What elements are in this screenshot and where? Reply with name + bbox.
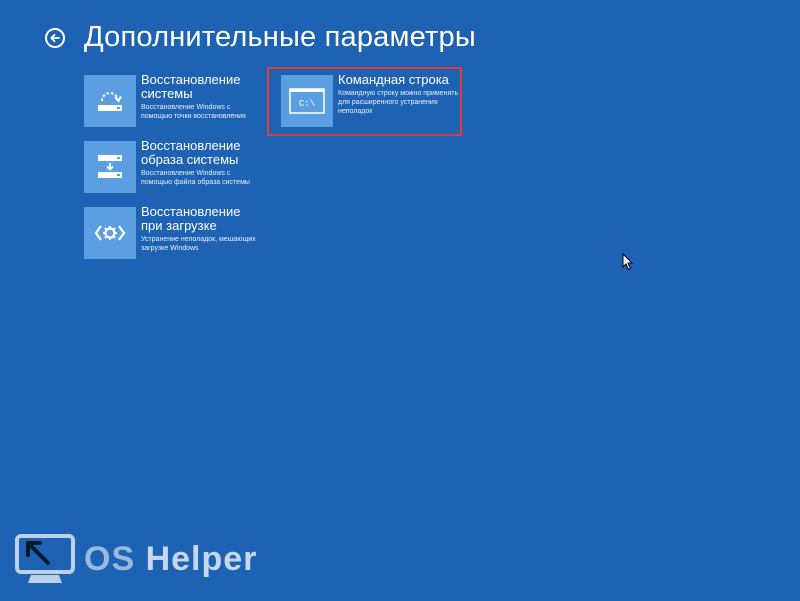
back-arrow-icon [50, 33, 60, 43]
startup-repair-desc: Устранение неполадок, мешающих загрузке … [141, 236, 256, 252]
command-prompt-icon: C:\ [281, 75, 333, 127]
mouse-cursor-icon [622, 253, 634, 271]
command-prompt-tile[interactable]: C:\ Командная строка Командную строку мо… [281, 72, 460, 127]
monitor-arrow-icon [15, 534, 75, 583]
system-restore-title: Восстановление системы [141, 72, 241, 101]
watermark-helper: Helper [145, 539, 258, 578]
command-prompt-title: Командная строка [338, 72, 449, 87]
startup-repair-title: Восстановление при загрузке [141, 204, 241, 233]
page-title: Дополнительные параметры [84, 21, 476, 53]
startup-repair-tile[interactable]: Восстановление при загрузке Устранение н… [84, 204, 261, 259]
command-prompt-desc: Командную строку можно применять для рас… [338, 90, 459, 115]
startup-repair-icon [84, 207, 136, 259]
svg-text:C:\: C:\ [299, 99, 315, 109]
watermark-os: OS [84, 539, 136, 578]
system-image-title: Восстановление образа системы [141, 138, 241, 167]
system-image-desc: Восстановление Windows с помощью файла о… [141, 170, 250, 186]
system-image-icon [84, 141, 136, 193]
watermark-logo: OS Helper [14, 533, 257, 585]
back-button[interactable] [45, 28, 65, 48]
system-restore-icon [84, 75, 136, 127]
system-restore-tile[interactable]: Восстановление системы Восстановление Wi… [84, 72, 261, 127]
system-restore-desc: Восстановление Windows с помощью точки в… [141, 104, 246, 120]
system-image-tile[interactable]: Восстановление образа системы Восстановл… [84, 138, 261, 193]
